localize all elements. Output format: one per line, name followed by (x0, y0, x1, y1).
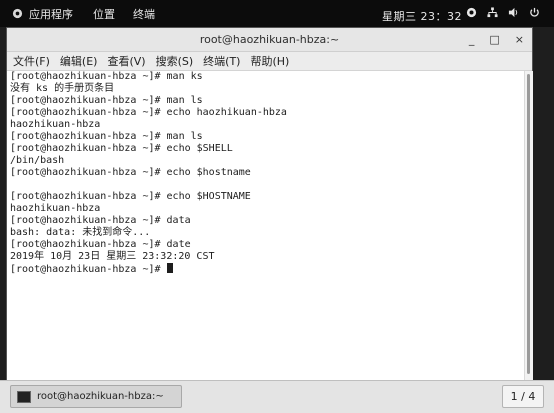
terminal-app-menu[interactable]: 终端 (133, 6, 155, 22)
close-button[interactable]: × (515, 28, 524, 51)
text-cursor (166, 263, 173, 273)
maximize-button[interactable]: □ (489, 28, 499, 51)
terminal-line: bash: data: 未找到命令... (10, 227, 151, 238)
taskbar-terminal-item[interactable]: root@haozhikuan-hbza:~ (10, 385, 182, 408)
terminal-line: 2019年 10月 23日 星期三 23:32:20 CST (10, 251, 215, 262)
terminal-line: haozhikuan-hbza (10, 203, 101, 214)
taskbar-item-label: root@haozhikuan-hbza:~ (37, 391, 164, 402)
places-menu[interactable]: 位置 (93, 6, 115, 22)
terminal-scrollbar[interactable] (524, 71, 533, 384)
terminal-line: [root@haozhikuan-hbza ~]# echo $SHELL (10, 143, 233, 154)
terminal-line: [root@haozhikuan-hbza ~]# man ls (10, 95, 203, 106)
terminal-window[interactable]: root@haozhikuan-hbza:~ _ □ × 文件(F) 编辑(E)… (6, 27, 533, 410)
accessibility-icon[interactable] (466, 7, 477, 18)
window-titlebar[interactable]: root@haozhikuan-hbza:~ _ □ × (7, 28, 532, 52)
power-icon[interactable] (529, 7, 540, 18)
minimize-button[interactable]: _ (469, 28, 475, 51)
menu-terminal[interactable]: 终端(T) (203, 53, 240, 69)
top-bar: 应用程序 位置 终端 星期三 23：32 (0, 0, 554, 27)
volume-icon[interactable] (508, 7, 519, 18)
terminal-line: [root@haozhikuan-hbza ~]# echo $HOSTNAME (10, 191, 251, 202)
terminal-line: [root@haozhikuan-hbza ~]# man ls (10, 131, 203, 142)
terminal-line: [root@haozhikuan-hbza ~]# data (10, 215, 191, 226)
terminal-line: /bin/bash (10, 155, 65, 166)
terminal-line: [root@haozhikuan-hbza ~]# echo $hostname (10, 167, 251, 178)
terminal-icon (17, 390, 31, 403)
menu-bar: 文件(F) 编辑(E) 查看(V) 搜索(S) 终端(T) 帮助(H) (7, 52, 532, 71)
system-tray[interactable] (466, 7, 540, 18)
workspace-indicator[interactable]: 1 / 4 (502, 385, 544, 408)
menu-help[interactable]: 帮助(H) (250, 53, 289, 69)
terminal-output[interactable]: [root@haozhikuan-hbza ~]# man ks 没有 ks 的… (7, 71, 524, 384)
network-icon[interactable] (487, 7, 498, 18)
terminal-line: 没有 ks 的手册页条目 (10, 83, 115, 94)
terminal-prompt-line[interactable]: [root@haozhikuan-hbza ~]# (7, 263, 524, 275)
gnome-logo-icon (12, 8, 23, 19)
terminal-line: [root@haozhikuan-hbza ~]# echo haozhikua… (10, 107, 287, 118)
applications-label: 应用程序 (29, 7, 73, 21)
menu-search[interactable]: 搜索(S) (156, 53, 194, 69)
scrollbar-thumb[interactable] (527, 74, 530, 374)
clock[interactable]: 星期三 23：32 (382, 8, 462, 24)
menu-view[interactable]: 查看(V) (107, 53, 145, 69)
terminal-line: [root@haozhikuan-hbza ~]# date (10, 239, 191, 250)
terminal-line: haozhikuan-hbza (10, 119, 101, 130)
bottom-taskbar: root@haozhikuan-hbza:~ 1 / 4 (0, 380, 554, 413)
terminal-line: [root@haozhikuan-hbza ~]# man ks (10, 71, 203, 82)
window-title: root@haozhikuan-hbza:~ (199, 33, 340, 46)
menu-file[interactable]: 文件(F) (13, 53, 50, 69)
terminal-prompt: [root@haozhikuan-hbza ~]# (10, 264, 167, 275)
menu-edit[interactable]: 编辑(E) (60, 53, 98, 69)
applications-menu[interactable]: 应用程序 (12, 6, 73, 22)
